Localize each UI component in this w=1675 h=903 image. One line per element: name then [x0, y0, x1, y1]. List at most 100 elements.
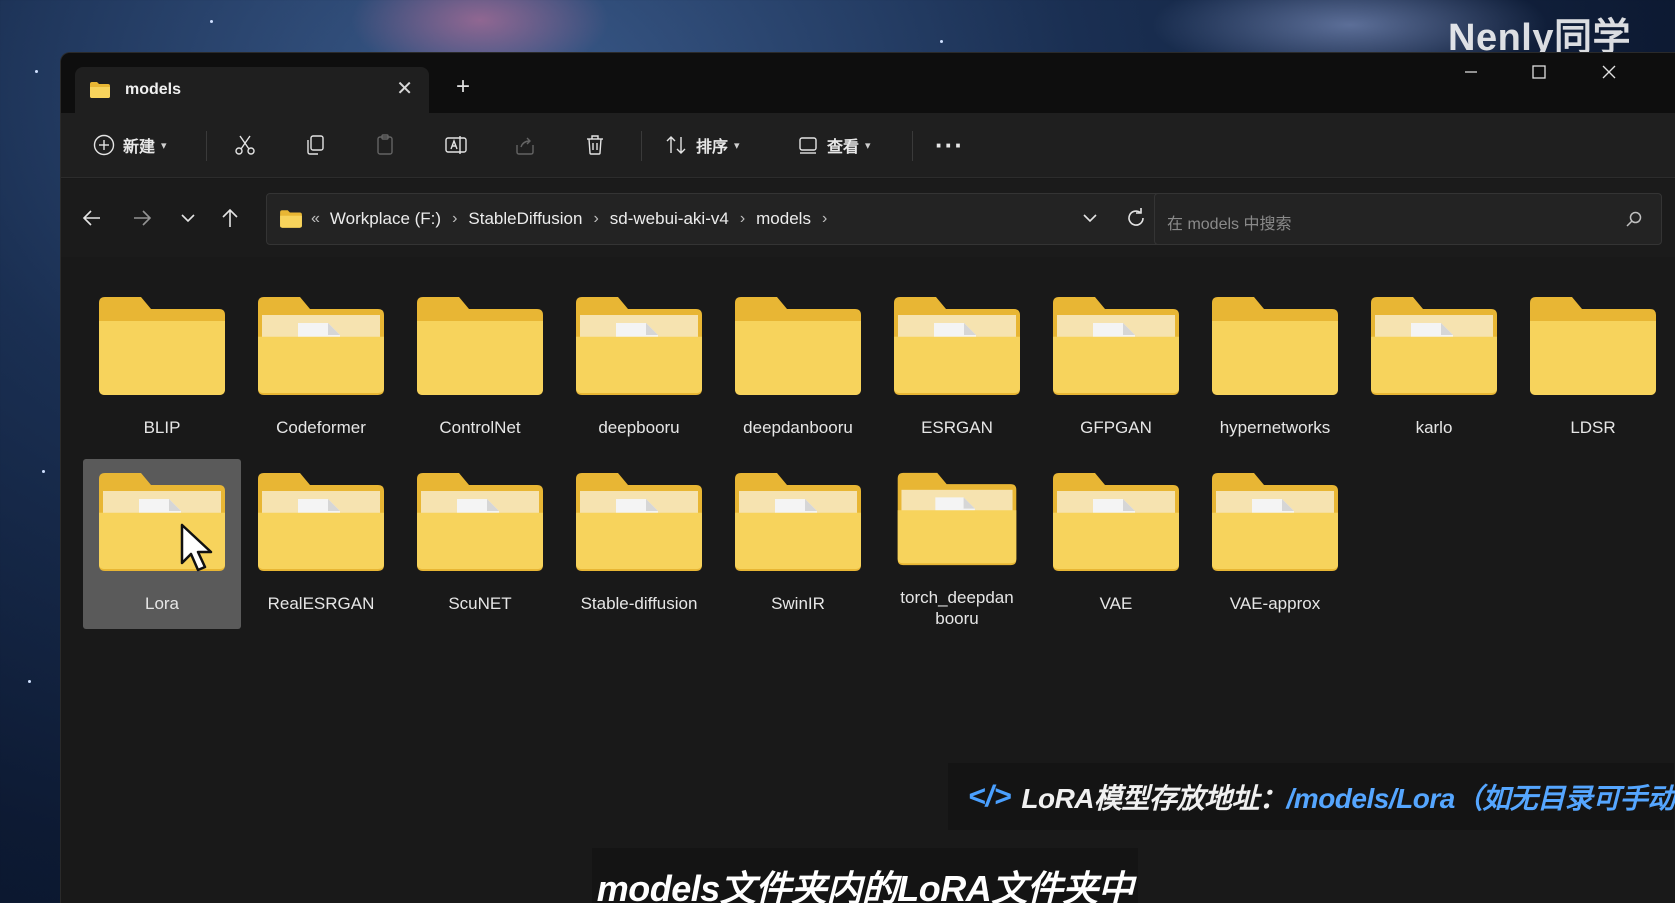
toolbar-divider	[641, 131, 642, 161]
folder-icon	[258, 297, 384, 395]
delete-button[interactable]	[583, 127, 607, 163]
recent-locations-button[interactable]	[171, 201, 205, 235]
folder-name: karlo	[1415, 418, 1453, 437]
maximize-button[interactable]	[1519, 63, 1559, 86]
sort-button[interactable]: 排序 ▾	[664, 127, 740, 163]
folder-name: deepbooru	[598, 418, 680, 437]
search-placeholder: 在 models 中搜索	[1167, 216, 1292, 233]
rename-button[interactable]	[443, 127, 469, 163]
clipboard-icon	[377, 134, 393, 155]
folder-item[interactable]: VAE-approx	[1196, 459, 1354, 629]
chevron-down-icon	[181, 214, 195, 223]
folder-name: hypernetworks	[1219, 418, 1331, 437]
share-icon	[516, 137, 534, 155]
annotation-prefix: LoRA模型存放地址：	[1021, 782, 1287, 814]
folder-icon	[280, 210, 302, 228]
folder-item[interactable]: SwinIR	[719, 459, 877, 629]
arrow-right-icon	[134, 210, 152, 226]
folder-name: torch_deepdan booru	[900, 588, 1014, 628]
folder-item[interactable]: VAE	[1037, 459, 1195, 629]
folder-item[interactable]: RealESRGAN	[242, 459, 400, 629]
breadcrumb-sd-webui[interactable]: sd-webui-aki-v4	[610, 209, 729, 229]
folder-name: VAE-approx	[1229, 594, 1321, 613]
close-window-button[interactable]	[1589, 63, 1629, 86]
refresh-button[interactable]	[1124, 206, 1148, 235]
folder-item[interactable]: BLIP	[83, 283, 241, 453]
tab-models[interactable]: models ✕	[75, 67, 429, 113]
folder-item[interactable]: ControlNet	[401, 283, 559, 453]
background-star	[28, 680, 31, 683]
subtitle-text: models文件夹内的LoRA文件夹中	[596, 868, 1134, 903]
breadcrumb-overflow[interactable]: «	[311, 210, 320, 228]
share-button[interactable]	[513, 127, 537, 163]
more-options-button[interactable]: ···	[935, 127, 964, 163]
refresh-icon	[1128, 208, 1144, 226]
background-star	[210, 20, 213, 23]
forward-button[interactable]	[125, 201, 159, 235]
breadcrumb-stablediffusion[interactable]: StableDiffusion	[468, 209, 582, 229]
close-icon	[1602, 65, 1616, 79]
new-button[interactable]: 新建 ▾	[93, 127, 167, 163]
folder-icon	[894, 297, 1020, 395]
new-label: 新建	[123, 139, 156, 156]
folder-item[interactable]: ESRGAN	[878, 283, 1036, 453]
address-bar[interactable]: « Workplace (F:) › StableDiffusion › sd-…	[266, 193, 1161, 245]
folder-item[interactable]: LDSR	[1514, 283, 1672, 453]
folder-icon	[1053, 473, 1179, 571]
back-button[interactable]	[75, 201, 109, 235]
paste-button[interactable]	[373, 127, 397, 163]
breadcrumb-models[interactable]: models	[756, 209, 811, 229]
folder-item[interactable]: GFPGAN	[1037, 283, 1195, 453]
folder-name: SwinIR	[771, 594, 825, 613]
title-bar: models ✕ +	[61, 53, 1675, 113]
copy-icon	[307, 135, 324, 155]
folder-name: GFPGAN	[1080, 418, 1152, 437]
video-subtitle: models文件夹内的LoRA文件夹中	[592, 848, 1138, 903]
chevron-down-icon: ▾	[734, 139, 740, 152]
breadcrumb-separator[interactable]: ›	[452, 210, 457, 228]
close-tab-icon[interactable]: ✕	[396, 79, 413, 99]
chevron-down-icon: ▾	[161, 139, 167, 152]
mouse-cursor-icon	[179, 523, 215, 580]
code-icon: </>	[968, 779, 1012, 813]
folder-icon	[99, 297, 225, 395]
background-star	[35, 70, 38, 73]
address-history-button[interactable]	[1080, 208, 1100, 233]
minimize-button[interactable]	[1451, 63, 1491, 86]
arrow-left-icon	[82, 210, 100, 226]
search-icon[interactable]	[1625, 210, 1643, 233]
folder-item[interactable]: Stable-diffusion	[560, 459, 718, 629]
folder-item[interactable]: deepbooru	[560, 283, 718, 453]
folder-icon	[735, 297, 861, 395]
folder-item[interactable]: hypernetworks	[1196, 283, 1354, 453]
search-box[interactable]: 在 models 中搜索	[1154, 193, 1662, 245]
cut-button[interactable]	[233, 127, 257, 163]
breadcrumb-separator[interactable]: ›	[740, 210, 745, 228]
scissors-icon	[235, 135, 255, 155]
view-button[interactable]: 查看 ▾	[797, 127, 871, 163]
folder-icon	[90, 82, 110, 98]
folder-name: Lora	[144, 594, 180, 613]
new-tab-button[interactable]: +	[456, 75, 470, 99]
minimize-icon	[1465, 71, 1477, 73]
folder-icon	[1212, 473, 1338, 571]
folder-item[interactable]: deepdanbooru	[719, 283, 877, 453]
up-button[interactable]	[213, 201, 247, 235]
sort-label: 排序	[696, 139, 729, 156]
folder-item[interactable]: Codeformer	[242, 283, 400, 453]
folder-icon	[1530, 297, 1656, 395]
arrow-up-icon	[222, 208, 238, 227]
copy-button[interactable]	[303, 127, 327, 163]
background-star	[940, 40, 943, 43]
trash-icon	[587, 135, 603, 155]
folder-item[interactable]: Lora	[83, 459, 241, 629]
folder-name: deepdanbooru	[743, 418, 853, 437]
breadcrumb-separator[interactable]: ›	[593, 210, 598, 228]
folder-item[interactable]: karlo	[1355, 283, 1513, 453]
breadcrumb-separator[interactable]: ›	[822, 210, 827, 228]
folder-name: RealESRGAN	[267, 594, 375, 613]
toolbar-divider	[206, 131, 207, 161]
folder-item[interactable]: torch_deepdan booru	[878, 459, 1036, 629]
folder-item[interactable]: ScuNET	[401, 459, 559, 629]
breadcrumb-workplace[interactable]: Workplace (F:)	[330, 209, 441, 229]
